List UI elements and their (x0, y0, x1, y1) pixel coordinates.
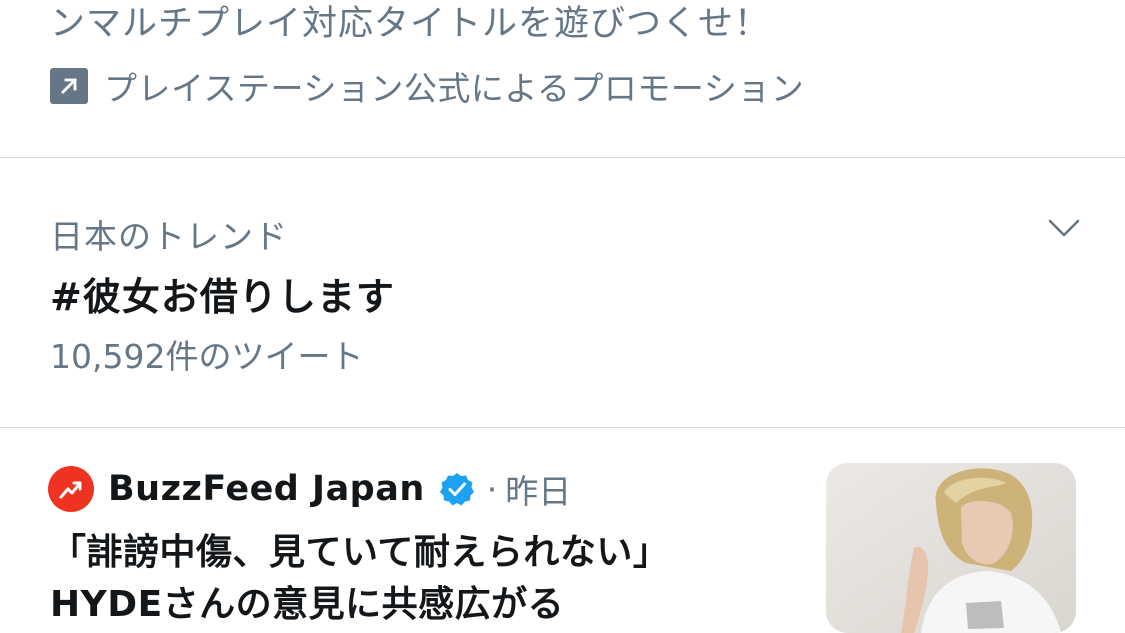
divider (0, 427, 1125, 428)
trending-arrow-icon (48, 466, 94, 512)
promoted-by-label: プレイステーション公式によるプロモーション (104, 69, 805, 108)
news-source-name[interactable]: BuzzFeed Japan (108, 469, 425, 509)
promoted-by-row: プレイステーション公式によるプロモーション (50, 64, 804, 108)
meta-separator: · (486, 469, 498, 509)
news-timestamp: 昨日 (505, 472, 572, 511)
trend-tweet-count: 10,592件のツイート (50, 337, 364, 376)
news-header: BuzzFeed Japan · 昨日 (48, 465, 571, 513)
promoted-trend-item[interactable]: ンマルチプレイ対応タイトルを遊びつくせ！ プレイステーション公式によるプロモーシ… (0, 0, 1125, 157)
trend-item[interactable]: 日本のトレンド #彼女お借りします 10,592件のツイート (0, 158, 1125, 427)
news-headline-line: 「誹謗中傷、見ていて耐えられない」 (50, 532, 670, 573)
chevron-down-icon[interactable] (1047, 216, 1081, 240)
news-headline-line: HYDEさんの意見に共感広がる (50, 584, 565, 625)
news-item[interactable]: BuzzFeed Japan · 昨日 「誹謗中傷、見ていて耐えられない」 HY… (0, 429, 1125, 633)
trend-title: #彼女お借りします (50, 275, 395, 319)
trend-context-label: 日本のトレンド (50, 217, 288, 256)
news-thumbnail-image[interactable] (826, 463, 1076, 633)
news-headline: 「誹謗中傷、見ていて耐えられない」 HYDEさんの意見に共感広がる (50, 527, 810, 631)
promoted-trend-description: ンマルチプレイ対応タイトルを遊びつくせ！ (50, 4, 771, 44)
verified-badge-icon (439, 473, 474, 506)
promoted-arrow-icon (50, 68, 88, 104)
